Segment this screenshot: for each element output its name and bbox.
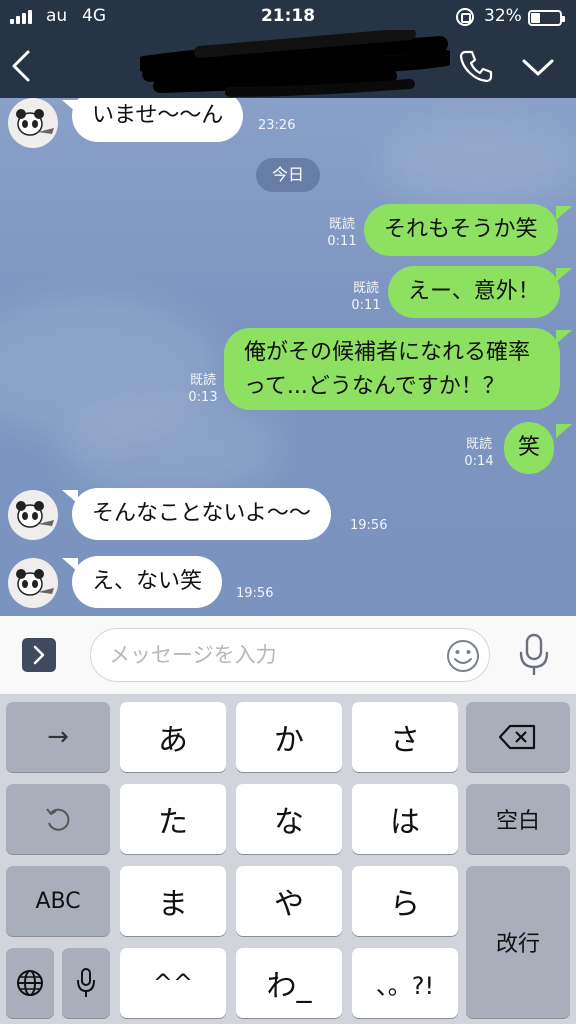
globe-icon bbox=[17, 970, 43, 996]
message-time: 0:11 bbox=[327, 234, 357, 249]
chevron-down-icon bbox=[522, 59, 554, 76]
date-separator: 今日 bbox=[256, 158, 320, 192]
key-ka-row[interactable]: か bbox=[236, 702, 342, 772]
key-ma-row[interactable]: ま bbox=[120, 866, 226, 936]
undo-key[interactable] bbox=[6, 784, 110, 854]
keyboard: → あ か さ た な は 空白 ABC ま や ら 改行 ^^ わ_ 、。?! bbox=[0, 694, 576, 1024]
message-read-status: 既読 0:11 bbox=[350, 280, 382, 314]
key-sa-row[interactable]: さ bbox=[352, 702, 458, 772]
key-ha-row[interactable]: は bbox=[352, 784, 458, 854]
delete-key[interactable] bbox=[466, 702, 570, 772]
message-bubble-received[interactable]: そんなことないよ〜〜 bbox=[72, 488, 331, 540]
battery-icon bbox=[528, 10, 565, 26]
voice-message-button[interactable] bbox=[516, 632, 552, 678]
key-na-row[interactable]: な bbox=[236, 784, 342, 854]
undo-icon bbox=[46, 808, 70, 831]
background-cloud bbox=[60, 398, 280, 498]
message-time: 19:56 bbox=[236, 586, 274, 601]
call-button[interactable] bbox=[456, 46, 496, 86]
expand-menu-button[interactable] bbox=[22, 638, 56, 672]
emoji-button[interactable] bbox=[445, 638, 481, 674]
message-bubble-sent[interactable]: それもそうか笑 bbox=[364, 204, 558, 256]
read-receipt: 既読 bbox=[465, 437, 492, 452]
battery-percentage: 32% bbox=[484, 6, 522, 26]
message-time: 19:56 bbox=[350, 518, 388, 533]
chevron-right-icon bbox=[33, 645, 45, 665]
chat-area[interactable]: いませ〜〜ん 23:26 今日 既読 0:11 それもそうか笑 既読 0:11 … bbox=[0, 98, 576, 616]
key-punctuation[interactable]: 、。?! bbox=[352, 948, 458, 1018]
contact-avatar[interactable] bbox=[8, 558, 58, 608]
contact-name-redacted bbox=[136, 28, 454, 98]
message-input-bar bbox=[0, 616, 576, 694]
backspace-icon bbox=[498, 724, 536, 750]
message-bubble-sent[interactable]: 笑 bbox=[504, 422, 555, 474]
contact-avatar[interactable] bbox=[8, 490, 58, 540]
orientation-lock-icon bbox=[456, 8, 474, 26]
key-wa-row[interactable]: わ_ bbox=[236, 948, 342, 1018]
read-receipt: 既読 bbox=[189, 373, 216, 388]
abc-key[interactable]: ABC bbox=[6, 866, 110, 936]
message-time: 0:13 bbox=[188, 390, 218, 405]
return-key[interactable]: 改行 bbox=[466, 866, 570, 1018]
microphone-icon bbox=[519, 633, 549, 675]
globe-key[interactable] bbox=[6, 948, 54, 1018]
key-a-row[interactable]: あ bbox=[120, 702, 226, 772]
microphone-icon bbox=[77, 968, 95, 997]
message-bubble-sent[interactable]: えー、意外！ bbox=[388, 266, 560, 318]
space-key[interactable]: 空白 bbox=[466, 784, 570, 854]
key-ta-row[interactable]: た bbox=[120, 784, 226, 854]
message-time: 0:14 bbox=[464, 454, 494, 469]
chat-header: au 4G 21:18 32% bbox=[0, 0, 576, 98]
background-cloud bbox=[380, 118, 576, 208]
key-ya-row[interactable]: や bbox=[236, 866, 342, 936]
dictation-key[interactable] bbox=[62, 948, 110, 1018]
message-bubble-received[interactable]: え、ない笑 bbox=[72, 556, 223, 608]
menu-toggle-button[interactable] bbox=[518, 52, 558, 82]
phone-icon bbox=[459, 50, 493, 83]
message-time: 0:11 bbox=[351, 298, 381, 313]
back-button[interactable] bbox=[6, 46, 42, 86]
smiley-icon bbox=[447, 640, 479, 672]
read-receipt: 既読 bbox=[352, 281, 379, 296]
read-receipt: 既読 bbox=[328, 217, 355, 232]
message-time: 23:26 bbox=[258, 118, 296, 133]
message-text-line: って...どうなんですか！？ bbox=[244, 374, 505, 399]
message-input[interactable] bbox=[109, 629, 429, 681]
chevron-left-icon bbox=[12, 50, 30, 82]
message-read-status: 既読 0:11 bbox=[326, 216, 358, 250]
contact-avatar[interactable] bbox=[8, 98, 58, 148]
message-field[interactable] bbox=[90, 628, 490, 682]
message-read-status: 既読 0:14 bbox=[462, 436, 496, 470]
message-text-line: 俺がその候補者になれる確率 bbox=[244, 340, 531, 365]
message-read-status: 既読 0:13 bbox=[186, 372, 220, 406]
message-bubble-received[interactable]: いませ〜〜ん bbox=[72, 98, 244, 142]
message-bubble-sent[interactable]: 俺がその候補者になれる確率 って...どうなんですか！？ bbox=[224, 328, 560, 410]
key-next-candidate[interactable]: → bbox=[6, 702, 110, 772]
key-emoticon[interactable]: ^^ bbox=[120, 948, 226, 1018]
status-bar: au 4G 21:18 32% bbox=[0, 4, 576, 28]
key-ra-row[interactable]: ら bbox=[352, 866, 458, 936]
